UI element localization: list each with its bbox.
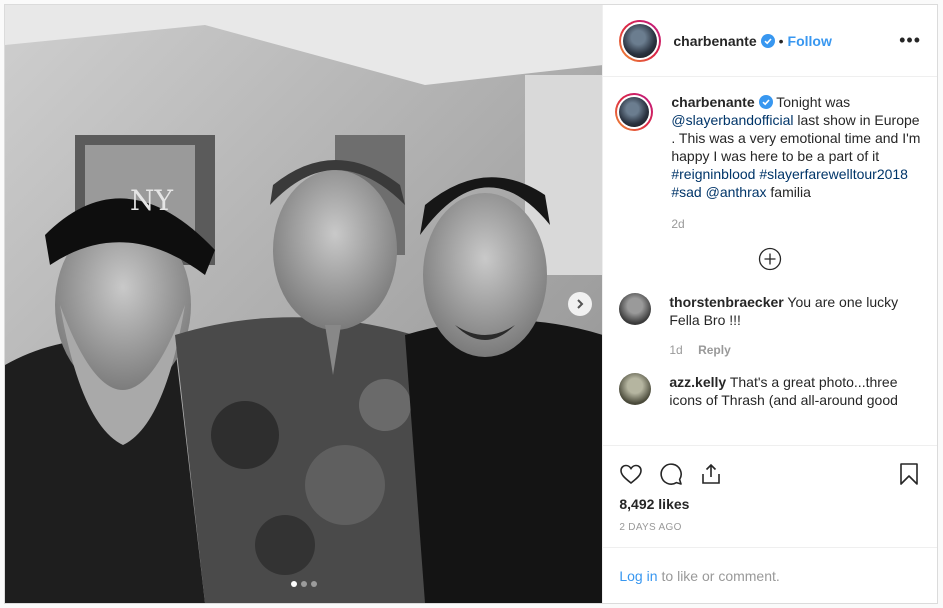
comment-item: thorstenbraecker You are one lucky Fella… [619,293,921,357]
carousel-dot [290,581,297,587]
svg-text:NY: NY [130,184,174,217]
save-button[interactable] [897,462,921,486]
caption-text-part: Tonight was [776,94,851,110]
mention-link[interactable]: @slayerbandofficial [671,112,793,128]
caption-avatar[interactable] [615,93,654,131]
hashtag-link[interactable]: #slayerfarewelltour2018 [759,166,908,182]
commenter-username[interactable]: thorstenbraecker [669,294,783,310]
carousel-dot [300,581,307,587]
photo-image: NY [5,5,603,603]
action-bar: 8,492 likes 2 DAYS AGO [603,445,937,547]
share-icon [702,463,721,484]
reply-button[interactable]: Reply [698,343,731,357]
share-button[interactable] [699,462,723,486]
login-prompt-text: to like or comment. [661,567,780,584]
caption-entry: charbenante Tonight was @slayerbandoffic… [615,93,921,231]
post-sidebar: charbenante • Follow ••• charbenante Ton… [602,5,937,603]
commenter-avatar[interactable] [619,373,652,405]
chevron-right-icon [577,299,584,309]
carousel-dot [310,581,317,587]
commenter-avatar[interactable] [619,293,652,325]
separator-dot: • [778,32,784,49]
load-more-comments-button[interactable] [619,247,921,271]
caption-username[interactable]: charbenante [671,94,754,110]
author-avatar[interactable] [619,19,662,62]
post-container: NY charbenante • Follow ••• charbenante … [4,4,938,604]
likes-count[interactable]: 8,492 likes [619,496,921,512]
verified-badge-icon [758,95,773,109]
verified-badge-icon [760,33,775,48]
mention-link[interactable]: @anthrax [706,184,767,200]
comment-item: azz.kelly That's a great photo...three i… [619,373,921,409]
post-photo[interactable]: NY [5,5,603,603]
like-button[interactable] [619,462,643,486]
caption-text: charbenante Tonight was @slayerbandoffic… [671,93,921,201]
post-header: charbenante • Follow ••• [603,5,937,77]
post-timestamp: 2 DAYS AGO [619,522,682,533]
more-options-button[interactable]: ••• [899,30,921,51]
commenter-username[interactable]: azz.kelly [669,374,726,390]
login-link[interactable]: Log in [619,568,657,584]
follow-button[interactable]: Follow [788,33,832,49]
comment-meta: 1d Reply [669,343,921,357]
author-username[interactable]: charbenante [673,33,756,49]
comment-age: 1d [669,343,683,357]
login-prompt: Log in to like or comment. [603,547,937,603]
hashtag-link[interactable]: #reigninblood [671,166,755,182]
comment-icon [660,463,683,485]
caption-text-part: familia [770,184,811,200]
heart-icon [620,464,643,485]
hashtag-link[interactable]: #sad [671,184,701,200]
comment-text: azz.kelly That's a great photo...three i… [669,373,921,409]
comments-list[interactable]: charbenante Tonight was @slayerbandoffic… [603,77,937,445]
carousel-indicator [5,581,602,587]
caption-age: 2d [671,217,685,231]
plus-circle-icon [759,247,782,271]
bookmark-icon [900,463,918,485]
comment-button[interactable] [659,462,683,486]
comment-text: thorstenbraecker You are one lucky Fella… [669,293,921,329]
